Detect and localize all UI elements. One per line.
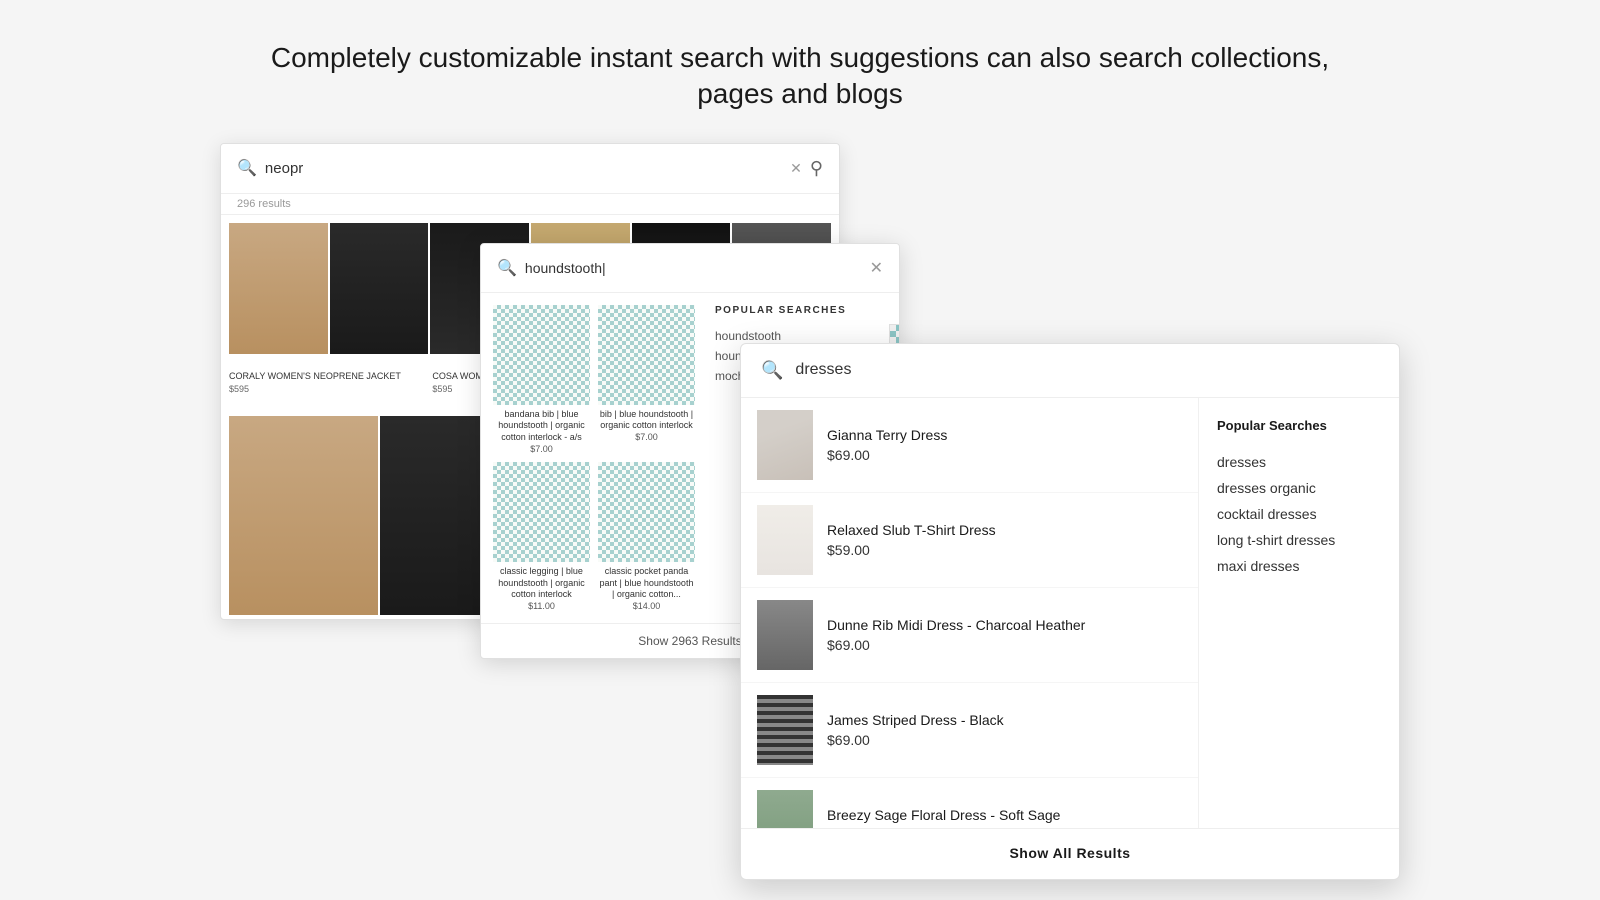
search-header-mid: 🔍 ✕	[481, 244, 899, 293]
product-info-1: CORALY WOMEN'S NEOPRENE JACKET $595	[229, 370, 424, 408]
mid-products-grid: bandana bib | blue houndstooth | organic…	[493, 305, 695, 611]
front-product-info-1: Gianna Terry Dress $69.00	[827, 427, 1182, 463]
front-product-row-5[interactable]: Breezy Sage Floral Dress - Soft Sage $78…	[741, 778, 1198, 828]
mid-product-1[interactable]: bandana bib | blue houndstooth | organic…	[493, 305, 590, 454]
mid-product-3[interactable]: classic legging | blue houndstooth | org…	[493, 462, 590, 611]
mid-popular-title: POPULAR SEARCHES	[715, 305, 879, 316]
front-products-list: Gianna Terry Dress $69.00 Relaxed Slub T…	[741, 398, 1199, 828]
card-dresses: 🔍 Gianna Terry Dress $69.00	[740, 343, 1400, 880]
ui-container: 🔍 ✕ ⚲ 296 results CORALY WOMEN'S NEOPREN…	[200, 143, 1400, 863]
front-product-row-2[interactable]: Relaxed Slub T-Shirt Dress $59.00	[741, 493, 1198, 588]
front-product-row-3[interactable]: Dunne Rib Midi Dress - Charcoal Heather …	[741, 588, 1198, 683]
front-product-info-5: Breezy Sage Floral Dress - Soft Sage $78…	[827, 807, 1182, 828]
back-product-7[interactable]	[229, 416, 378, 615]
search-input-back[interactable]	[265, 160, 782, 177]
back-product-1[interactable]	[229, 223, 328, 355]
front-popular-dresses[interactable]: dresses	[1217, 449, 1381, 475]
mid-product-2[interactable]: bib | blue houndstooth | organic cotton …	[598, 305, 695, 454]
results-count-back: 296 results	[221, 194, 839, 215]
front-product-info-4: James Striped Dress - Black $69.00	[827, 712, 1182, 748]
search-icon-mid: 🔍	[497, 258, 517, 278]
search-header-front: 🔍	[741, 344, 1399, 398]
front-product-img-2	[757, 505, 813, 575]
search-icon-back: 🔍	[237, 158, 257, 178]
front-sidebar: Popular Searches dresses dresses organic…	[1199, 398, 1399, 828]
card-front-body: Gianna Terry Dress $69.00 Relaxed Slub T…	[741, 398, 1399, 828]
search-header-back: 🔍 ✕ ⚲	[221, 144, 839, 194]
search-input-front[interactable]	[795, 361, 1379, 379]
front-product-img-1	[757, 410, 813, 480]
page-heading: Completely customizable instant search w…	[250, 40, 1350, 113]
front-product-info-2: Relaxed Slub T-Shirt Dress $59.00	[827, 522, 1182, 558]
front-product-row-4[interactable]: James Striped Dress - Black $69.00	[741, 683, 1198, 778]
front-product-img-4	[757, 695, 813, 765]
front-popular-long-tshirt-dresses[interactable]: long t-shirt dresses	[1217, 527, 1381, 553]
front-popular-cocktail-dresses[interactable]: cocktail dresses	[1217, 501, 1381, 527]
front-popular-title: Popular Searches	[1217, 418, 1381, 433]
front-product-img-5	[757, 790, 813, 828]
front-popular-maxi-dresses[interactable]: maxi dresses	[1217, 553, 1381, 579]
front-product-info-3: Dunne Rib Midi Dress - Charcoal Heather …	[827, 617, 1182, 653]
mid-product-4[interactable]: classic pocket panda pant | blue houndst…	[598, 462, 695, 611]
back-product-2[interactable]	[330, 223, 429, 355]
search-input-mid[interactable]	[525, 260, 862, 276]
search-submit-back[interactable]: ⚲	[810, 158, 823, 179]
show-all-results-button[interactable]: Show All Results	[741, 828, 1399, 879]
search-icon-front: 🔍	[761, 360, 783, 381]
close-icon-mid[interactable]: ✕	[870, 258, 883, 278]
front-product-img-3	[757, 600, 813, 670]
clear-icon-back[interactable]: ✕	[790, 160, 802, 177]
front-popular-dresses-organic[interactable]: dresses organic	[1217, 475, 1381, 501]
front-product-row-1[interactable]: Gianna Terry Dress $69.00	[741, 398, 1198, 493]
